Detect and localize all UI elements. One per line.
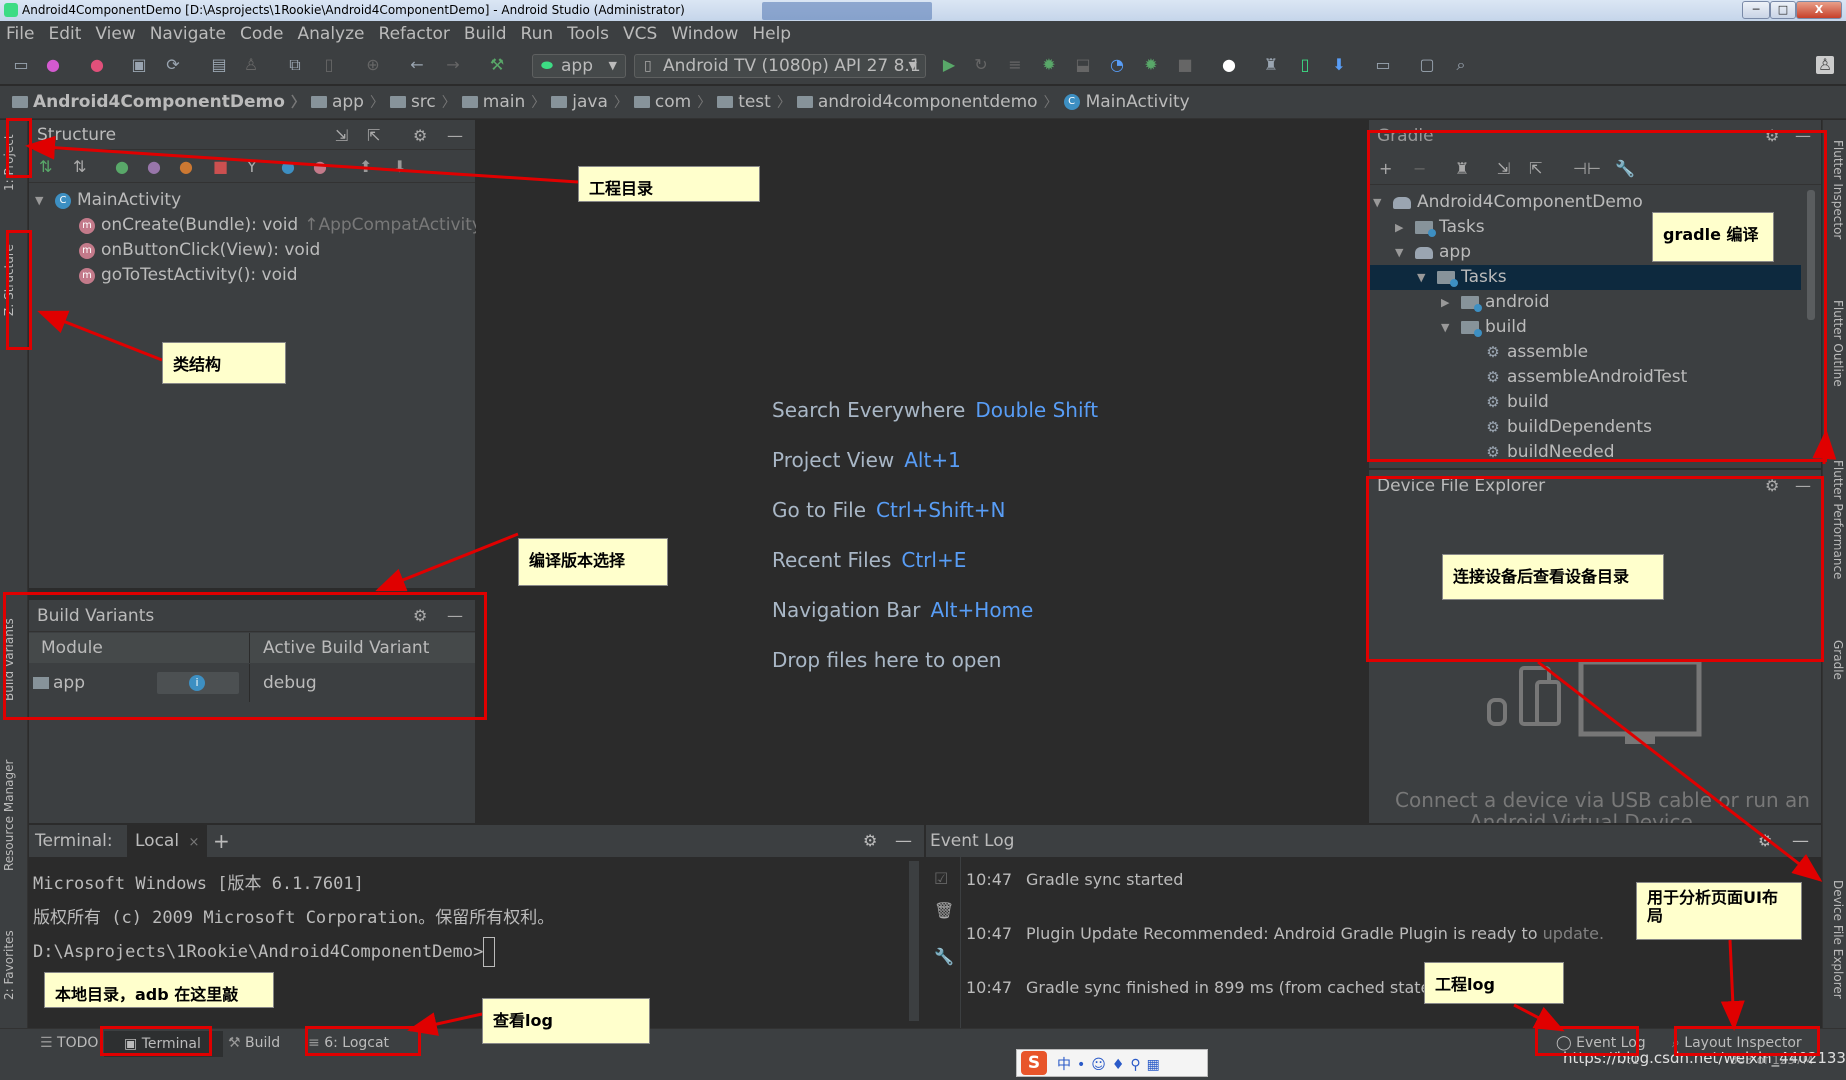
annotation-label-logcat: 查看log [482, 998, 650, 1044]
annotation-label-gradle: gradle 编译 [1652, 212, 1774, 262]
android-studio-window: Android4ComponentDemo [D:\Asprojects\1Ro… [0, 0, 1846, 1080]
annotation-label-structure: 类结构 [162, 342, 286, 384]
annotation-label-device: 连接设备后查看设备目录 [1442, 554, 1664, 600]
annotation-label-terminal: 本地目录，adb 在这里敲 [44, 972, 274, 1008]
annotation-label-eventlog: 工程log [1424, 962, 1564, 1004]
annotation-label-layout: 用于分析页面UI布局 [1636, 882, 1802, 940]
annotation-label-variants: 编译版本选择 [518, 538, 668, 586]
annotation-arrows [25, 135, 1837, 1036]
annotation-label-project: 工程目录 [578, 166, 760, 202]
